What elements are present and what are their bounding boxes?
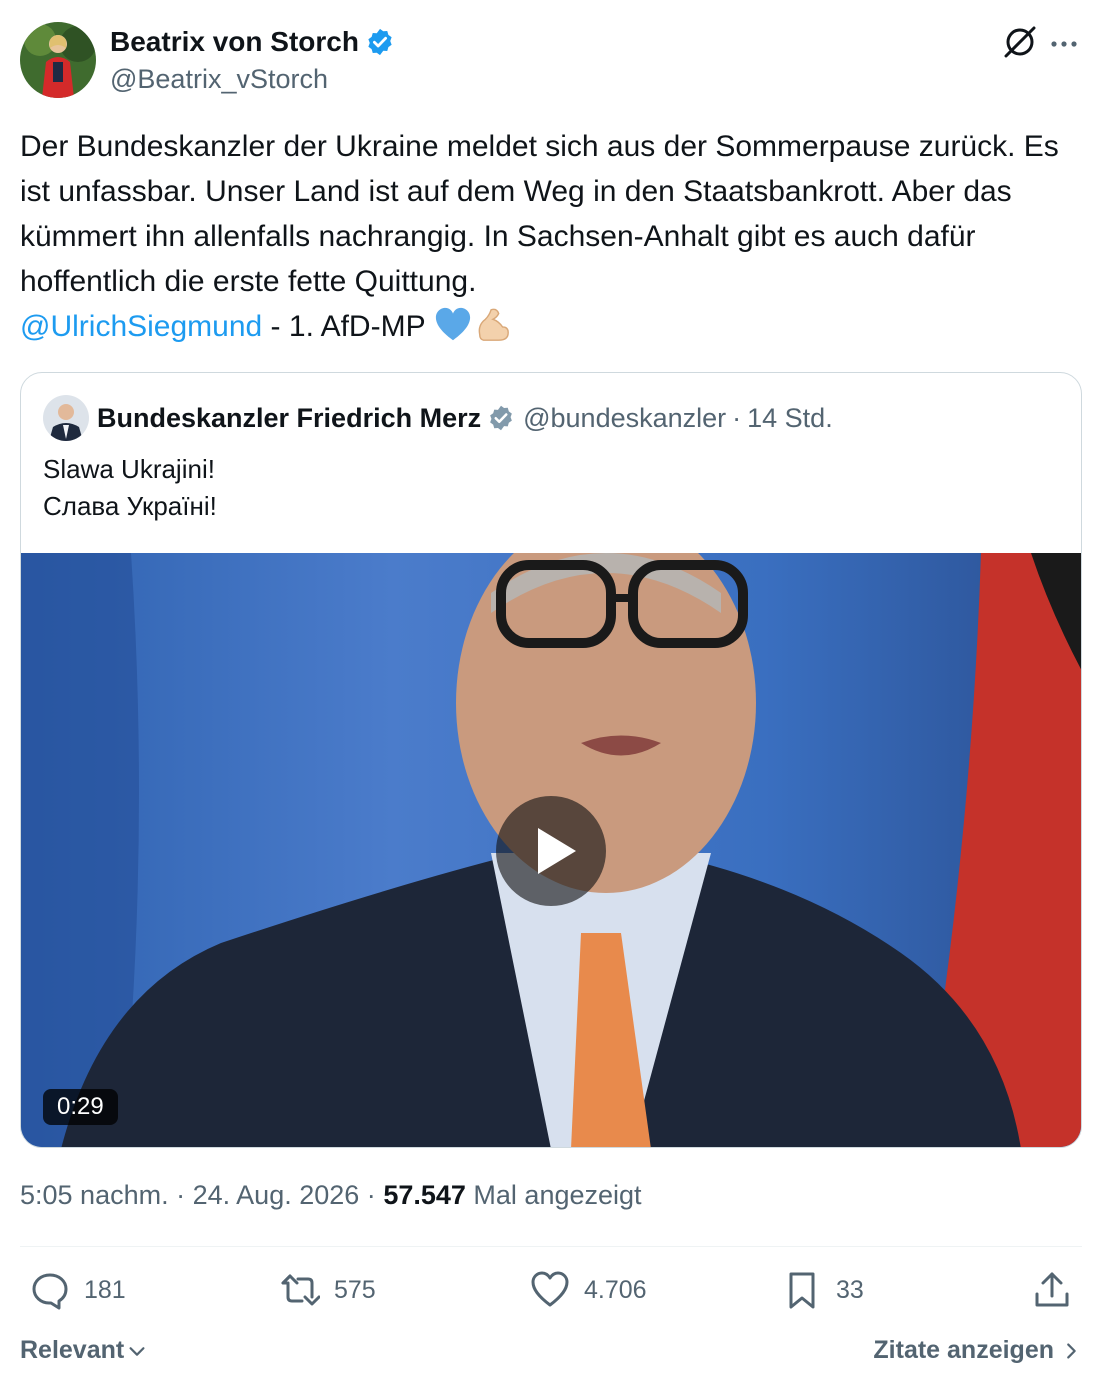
- separator-dot: ·: [732, 402, 742, 433]
- share-icon: [1035, 1272, 1069, 1307]
- quoted-tweet-time[interactable]: 14 Std.: [747, 403, 833, 434]
- sort-label: Relevant: [20, 1336, 125, 1364]
- tweet-text: Der Bundeskanzler der Ukraine meldet sic…: [20, 124, 1084, 349]
- like-button[interactable]: 4.706: [530, 1270, 647, 1310]
- chevron-right-icon: [1067, 1342, 1076, 1359]
- quoted-verified-badge-icon: [487, 404, 515, 432]
- reply-count: 181: [84, 1275, 126, 1304]
- like-count: 4.706: [584, 1275, 647, 1304]
- quoted-text-line-1: Slawa Ukrajini!: [43, 454, 215, 484]
- quoted-tweet-card[interactable]: Bundeskanzler Friedrich Merz @bundeskanz…: [20, 372, 1082, 1148]
- divider: [20, 1246, 1082, 1247]
- reply-footer: Relevant Zitate anzeigen: [20, 1336, 1084, 1372]
- tweet-suffix: - 1. AfD-MP: [262, 310, 434, 343]
- grok-icon[interactable]: [1002, 24, 1038, 60]
- quoted-text-line-2: Слава Україні!: [43, 491, 217, 521]
- verified-badge-icon: [365, 27, 395, 57]
- tweet-body: Der Bundeskanzler der Ukraine meldet sic…: [20, 130, 1059, 298]
- meta-separator-dot: ·: [366, 1180, 376, 1210]
- repost-button[interactable]: 575: [280, 1270, 376, 1310]
- tweet-date[interactable]: 24. Aug. 2026: [193, 1180, 360, 1210]
- tweet-time[interactable]: 5:05 nachm.: [20, 1180, 169, 1210]
- flexed-biceps-icon: [473, 308, 513, 343]
- play-button[interactable]: [496, 796, 606, 906]
- quotes-label: Zitate anzeigen: [873, 1336, 1054, 1364]
- tweet-meta: 5:05 nachm. · 24. Aug. 2026 · 57.547 Mal…: [20, 1180, 642, 1211]
- bookmark-button[interactable]: 33: [782, 1270, 864, 1310]
- reply-button[interactable]: 181: [30, 1270, 126, 1310]
- repost-icon: [281, 1274, 320, 1306]
- repost-count: 575: [334, 1275, 376, 1304]
- views-label: Mal angezeigt: [473, 1180, 642, 1210]
- view-quotes-link[interactable]: Zitate anzeigen: [873, 1336, 1082, 1365]
- quoted-author-avatar[interactable]: [43, 395, 89, 441]
- author-avatar[interactable]: [20, 22, 96, 98]
- views-count: 57.547: [383, 1180, 466, 1210]
- video-player[interactable]: 0:29: [21, 553, 1081, 1147]
- action-bar: 181 575 4.706 33: [20, 1270, 1084, 1320]
- blue-heart-icon: [433, 307, 473, 343]
- bookmark-count: 33: [836, 1275, 864, 1304]
- meta-separator-dot: ·: [176, 1180, 186, 1210]
- author-name-row: Beatrix von Storch: [110, 26, 395, 58]
- quoted-tweet-header: Bundeskanzler Friedrich Merz @bundeskanz…: [43, 395, 833, 441]
- share-button[interactable]: [1032, 1270, 1086, 1310]
- tweet-header: Beatrix von Storch @Beatrix_vStorch: [20, 22, 1084, 102]
- video-duration-badge: 0:29: [43, 1089, 118, 1125]
- play-icon: [538, 828, 576, 874]
- quoted-author-name[interactable]: Bundeskanzler Friedrich Merz: [97, 403, 481, 434]
- more-options-icon[interactable]: [1046, 26, 1082, 62]
- author-name[interactable]: Beatrix von Storch: [110, 26, 359, 58]
- quoted-author-handle[interactable]: @bundeskanzler: [523, 403, 726, 434]
- heart-icon: [531, 1271, 569, 1307]
- quoted-tweet-text: Slawa Ukrajini! Слава Україні!: [43, 451, 217, 525]
- chevron-down-icon: [129, 1346, 145, 1356]
- sort-replies-dropdown[interactable]: Relevant: [20, 1336, 148, 1365]
- mention-link[interactable]: @UlrichSiegmund: [20, 310, 262, 343]
- reply-icon: [32, 1273, 68, 1310]
- bookmark-icon: [789, 1272, 815, 1309]
- author-handle[interactable]: @Beatrix_vStorch: [110, 64, 328, 95]
